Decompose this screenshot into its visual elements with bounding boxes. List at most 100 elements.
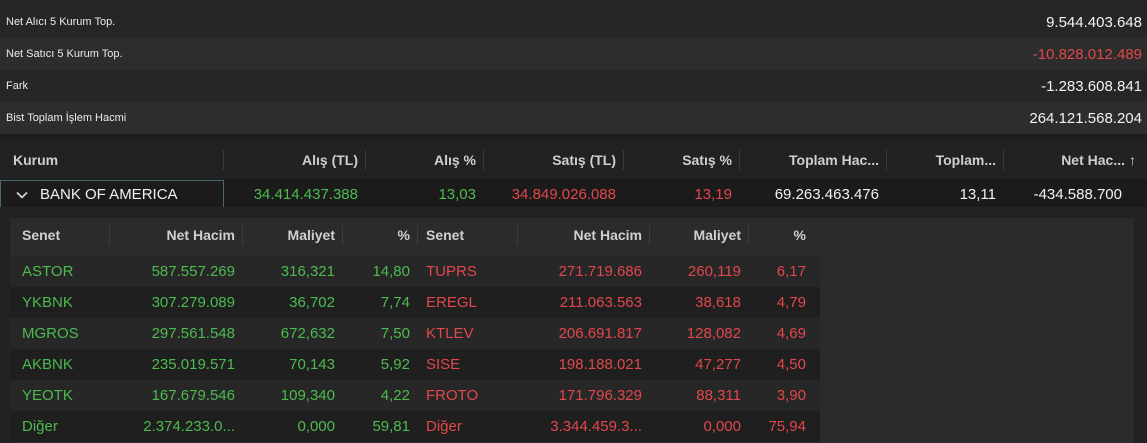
column-header-pct-sell[interactable]: % [749,218,820,251]
summary-row-net-satici: Net Satıcı 5 Kurum Top. -10.828.012.489 [0,38,1147,70]
cell-net-hacim-buy: 307.279.089 [151,294,235,311]
table-row[interactable]: MGROS 297.561.548 672,632 7,50 KTLEV 206… [10,318,820,349]
cell-pct-buy: 4,22 [380,387,410,404]
cell-net-hacim-sell: 171.796.329 [558,387,642,404]
column-header-label: Maliyet [287,226,335,243]
column-header-label: Kurum [13,152,59,168]
cell-senet-buy: AKBNK [22,356,73,373]
cell-pct-sell: 3,90 [776,387,806,404]
cell-maliyet-buy: 0,000 [297,418,335,435]
column-header-toplam-pct[interactable]: Toplam... [887,141,1004,179]
cell-pct-buy: 59,81 [372,418,410,435]
cell-pct-buy: 14,80 [372,263,410,280]
column-header-label: Alış (TL) [302,152,358,168]
cell-senet-sell: EREGL [426,294,477,311]
cell-net-hacim-buy: 297.561.548 [151,325,235,342]
column-header-label: Alış % [433,152,476,168]
summary-value: -1.283.608.841 [1041,77,1142,95]
summary-row-bist-toplam: Bist Toplam İşlem Hacmi 264.121.568.204 [0,102,1147,134]
summary-label: Net Satıcı 5 Kurum Top. [6,48,123,60]
cell-senet-buy: YKBNK [22,294,73,311]
cell-kurum[interactable]: BANK OF AMERICA [0,179,224,210]
cell-maliyet-buy: 70,143 [289,356,335,373]
cell-alis-pct: 13,03 [438,186,476,203]
cell-pct-sell: 4,69 [776,325,806,342]
summary-label: Fark [6,80,28,92]
cell-senet-sell: SISE [426,356,461,373]
table-row[interactable]: BANK OF AMERICA 34.414.437.388 13,03 34.… [0,179,1147,210]
cell-alis-tl: 34.414.437.388 [253,186,358,203]
summary-label: Bist Toplam İşlem Hacmi [6,112,127,124]
table-row[interactable]: ASTOR 587.557.269 316,321 14,80 TUPRS 27… [10,256,820,287]
column-header-senet-buy[interactable]: Senet [10,218,110,251]
table-row[interactable]: Diğer 2.374.233.0... 0,000 59,81 Diğer 3… [10,411,820,442]
column-header-label: Satış % [682,152,732,168]
column-header-satis-tl[interactable]: Satış (TL) [484,141,624,179]
table-row[interactable]: YKBNK 307.279.089 36,702 7,74 EREGL 211.… [10,287,820,318]
cell-maliyet-sell: 0,000 [703,418,741,435]
cell-toplam-hacim: 69.263.463.476 [774,186,879,203]
column-header-alis-pct[interactable]: Alış % [366,141,484,179]
cell-senet-buy: Diğer [22,418,58,435]
chevron-down-icon[interactable] [15,188,29,202]
cell-pct-sell: 4,50 [776,356,806,373]
column-header-maliyet-sell[interactable]: Maliyet [650,218,749,251]
cell-net-hacim-buy: 2.374.233.0... [143,418,235,435]
cell-net-hacim-buy: 235.019.571 [151,356,235,373]
column-header-kurum[interactable]: Kurum [0,141,224,179]
cell-senet-sell: KTLEV [426,325,474,342]
column-header-pct-buy[interactable]: % [343,218,418,251]
cell-net-hacim-sell: 271.719.686 [558,263,642,280]
expand-row-toggle[interactable]: BANK OF AMERICA [0,180,224,209]
column-header-label: Net Hac... [1061,152,1125,168]
column-header-net-hacim[interactable]: Net Hac... ↑ [1004,141,1147,179]
column-header-label: Senet [22,226,61,243]
cell-net-hacim-buy: 587.557.269 [151,263,235,280]
column-header-net-hacim-buy[interactable]: Net Hacim [110,218,243,251]
cell-net-hacim-buy: 167.679.546 [151,387,235,404]
detail-panel: Senet Net Hacim Maliyet % Senet Net Haci… [10,218,1134,443]
sort-ascending-icon[interactable]: ↑ [1129,152,1136,168]
column-header-senet-sell[interactable]: Senet [418,218,518,251]
cell-maliyet-buy: 672,632 [280,325,335,342]
summary-row-fark: Fark -1.283.608.841 [0,70,1147,102]
column-header-label: % [397,226,410,243]
column-header-maliyet-buy[interactable]: Maliyet [243,218,343,251]
table-row[interactable]: YEOTK 167.679.546 109,340 4,22 FROTO 171… [10,380,820,411]
cell-maliyet-sell: 38,618 [695,294,741,311]
column-header-satis-pct[interactable]: Satış % [624,141,740,179]
table-row[interactable]: AKBNK 235.019.571 70,143 5,92 SISE 198.1… [10,349,820,380]
summary-label: Net Alıcı 5 Kurum Top. [6,16,116,28]
column-header-label: Satış (TL) [552,152,616,168]
column-header-label: Toplam Hac... [789,152,879,168]
detail-table-header: Senet Net Hacim Maliyet % Senet Net Haci… [10,218,820,251]
cell-senet-buy: YEOTK [22,387,73,404]
column-header-label: % [793,226,806,243]
column-header-net-hacim-sell[interactable]: Net Hacim [518,218,650,251]
cell-senet-sell: FROTO [426,387,479,404]
column-header-label: Maliyet [693,226,741,243]
column-header-toplam-hacim[interactable]: Toplam Hac... [740,141,887,179]
cell-pct-buy: 7,74 [380,294,410,311]
summary-panel: Net Alıcı 5 Kurum Top. 9.544.403.648 Net… [0,0,1147,134]
expanded-detail-area: Senet Net Hacim Maliyet % Senet Net Haci… [0,207,1147,443]
cell-pct-sell: 75,94 [768,418,806,435]
cell-senet-sell: TUPRS [426,263,477,280]
column-header-label: Net Hacim [166,226,235,243]
column-header-label: Senet [426,226,465,243]
cell-net-hacim-sell: 3.344.459.3... [550,418,642,435]
cell-satis-pct: 13,19 [694,186,732,203]
column-header-label: Toplam... [935,152,996,168]
cell-pct-sell: 6,17 [776,263,806,280]
cell-maliyet-sell: 128,082 [686,325,741,342]
bank-name: BANK OF AMERICA [40,186,178,203]
summary-row-net-alici: Net Alıcı 5 Kurum Top. 9.544.403.648 [0,0,1147,38]
cell-maliyet-buy: 109,340 [280,387,335,404]
cell-senet-buy: MGROS [22,325,79,342]
cell-net-hacim-sell: 211.063.563 [559,294,642,311]
column-header-alis-tl[interactable]: Alış (TL) [224,141,366,179]
cell-satis-tl: 34.849.026.088 [511,186,616,203]
cell-maliyet-sell: 88,311 [696,387,741,404]
cell-pct-buy: 5,92 [380,356,410,373]
summary-value: 9.544.403.648 [1046,13,1142,31]
